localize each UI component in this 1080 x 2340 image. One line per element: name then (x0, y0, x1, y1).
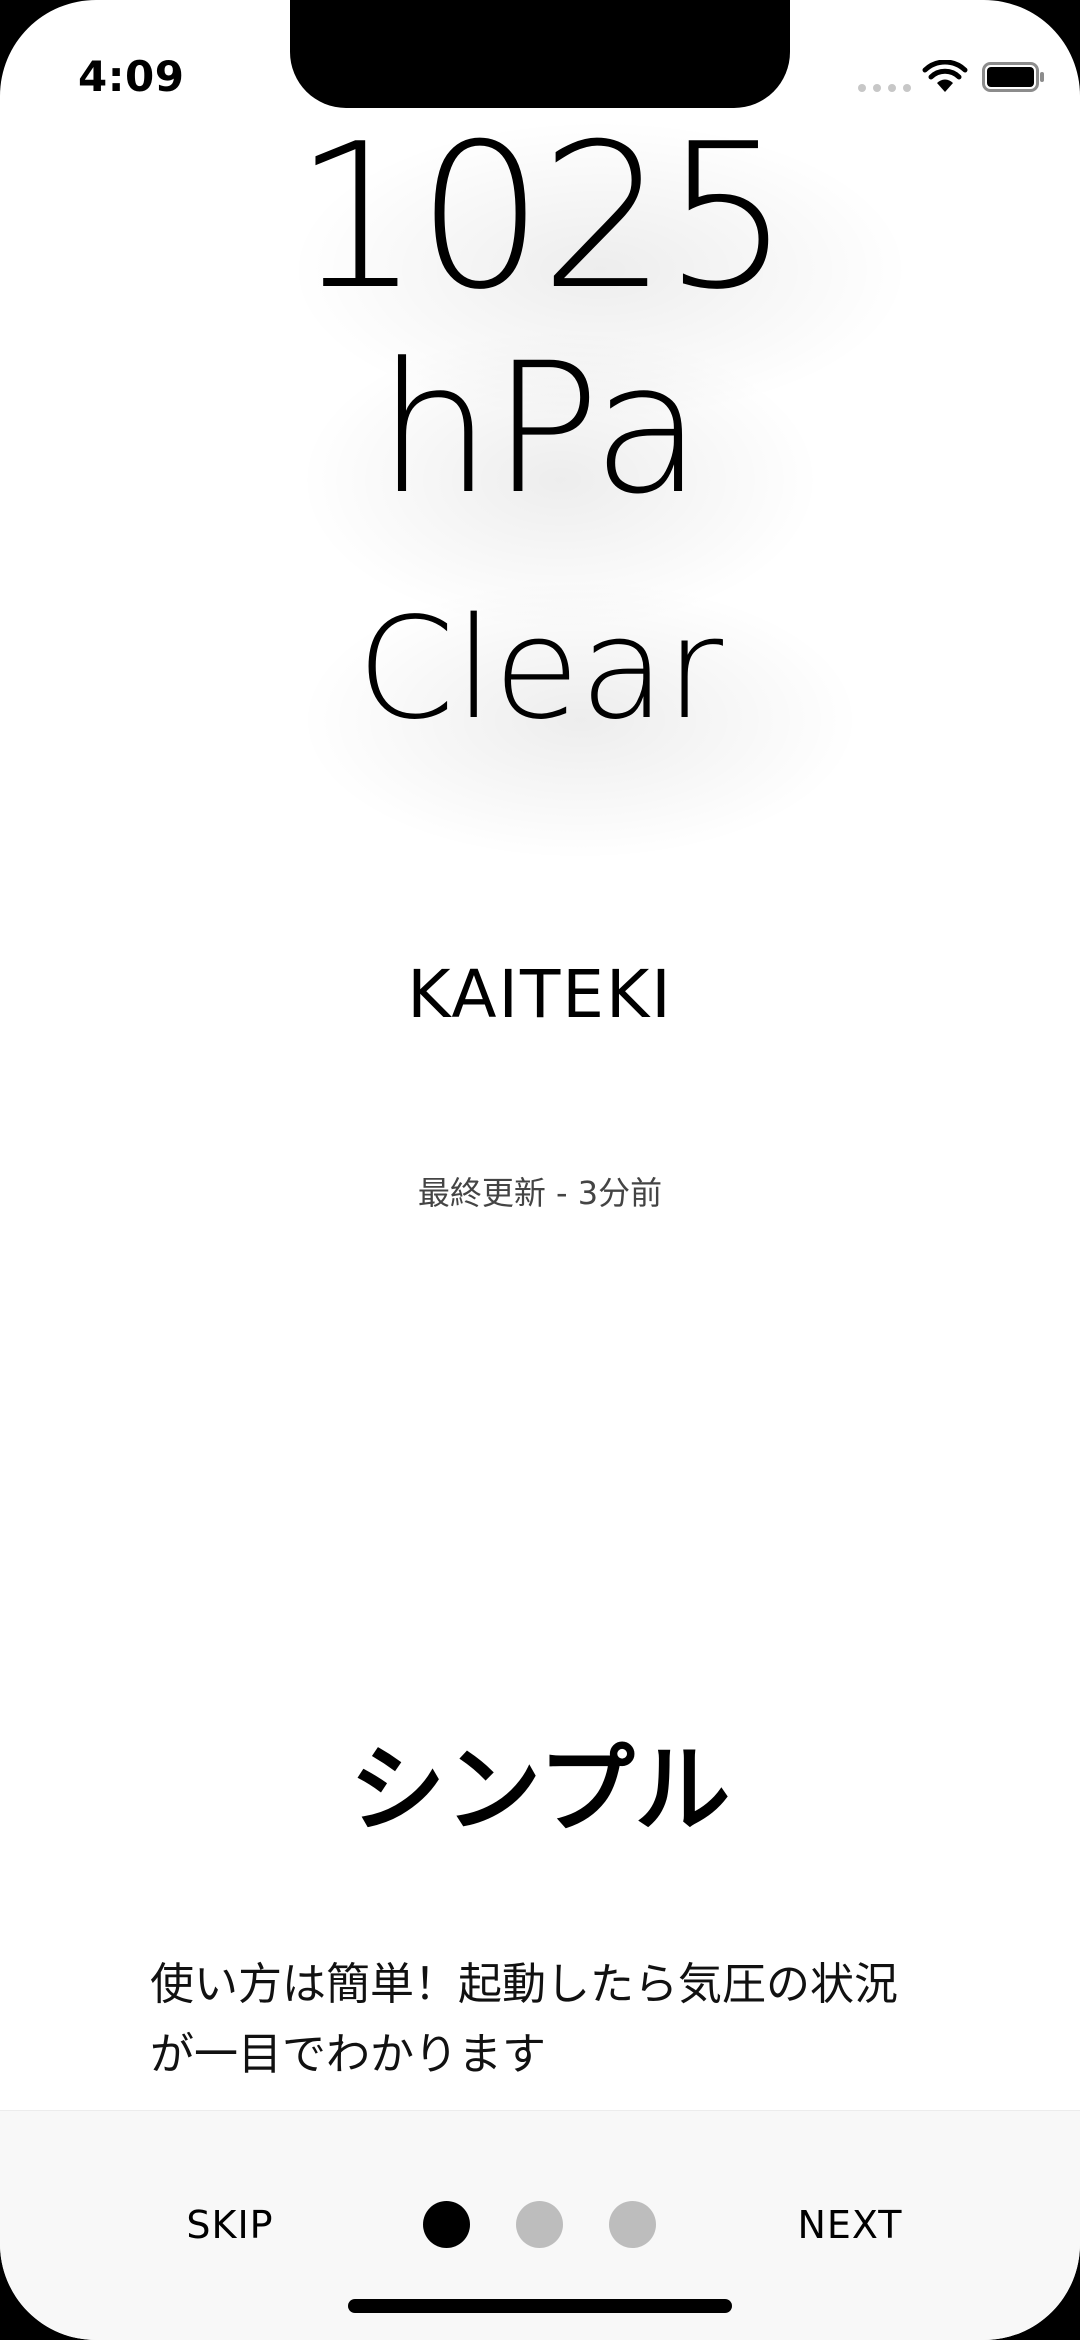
page-dot-1[interactable] (423, 2201, 470, 2248)
onboarding-description: 使い方は簡単！起動したら気圧の状況が一目でわかります (150, 1959, 898, 2080)
page-dot-2[interactable] (516, 2201, 563, 2248)
wifi-icon (922, 60, 968, 92)
battery-icon (982, 62, 1044, 92)
status-time: 4:09 (78, 52, 185, 101)
skip-button[interactable]: SKIP (150, 2200, 310, 2250)
device-notch (290, 0, 790, 108)
comfort-label: KAITEKI (407, 956, 673, 1033)
page-indicator[interactable] (423, 2201, 656, 2248)
cellular-signal-icon (858, 84, 911, 92)
onboarding-title: シンプル (349, 1734, 731, 1846)
page-dot-3[interactable] (609, 2201, 656, 2248)
last-updated-text: 最終更新 - 3分前 (417, 1174, 663, 1212)
pressure-value: 1025 (293, 101, 791, 334)
next-button[interactable]: NEXT (770, 2200, 930, 2250)
pressure-unit: hPa (377, 325, 703, 534)
phone-screen: 4:09 1025 hPa Clear KAITEKI 最終更新 - 3分前 シ… (0, 0, 1080, 2340)
home-indicator[interactable] (348, 2299, 732, 2313)
weather-condition: Clear (356, 588, 724, 751)
